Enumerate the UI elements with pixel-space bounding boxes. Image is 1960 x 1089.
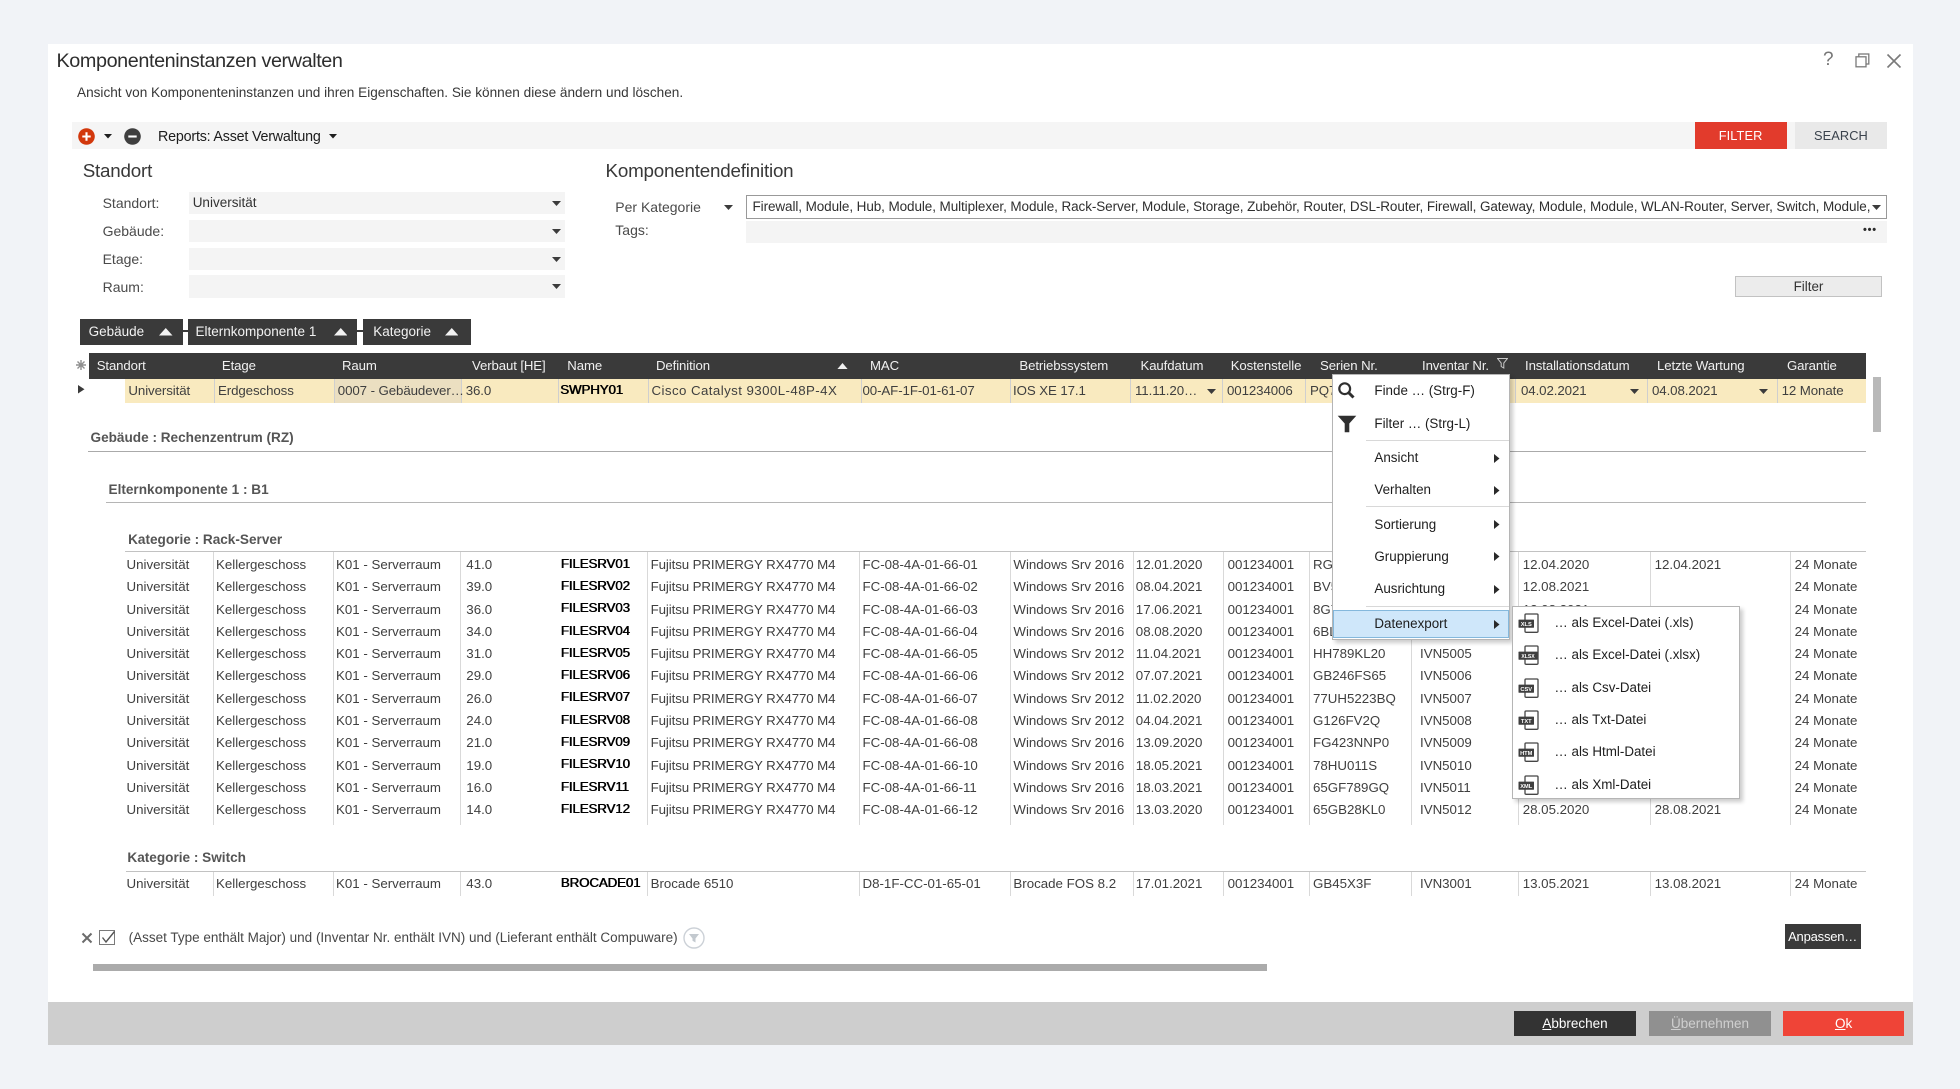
svg-text:CSV: CSV <box>1520 687 1532 693</box>
svg-text:TXT: TXT <box>1521 719 1532 725</box>
svg-text:XLSX: XLSX <box>1521 654 1535 660</box>
svg-text:XLS: XLS <box>1521 622 1532 628</box>
svg-text:XML: XML <box>1520 784 1533 790</box>
svg-text:HTM: HTM <box>1520 751 1533 757</box>
